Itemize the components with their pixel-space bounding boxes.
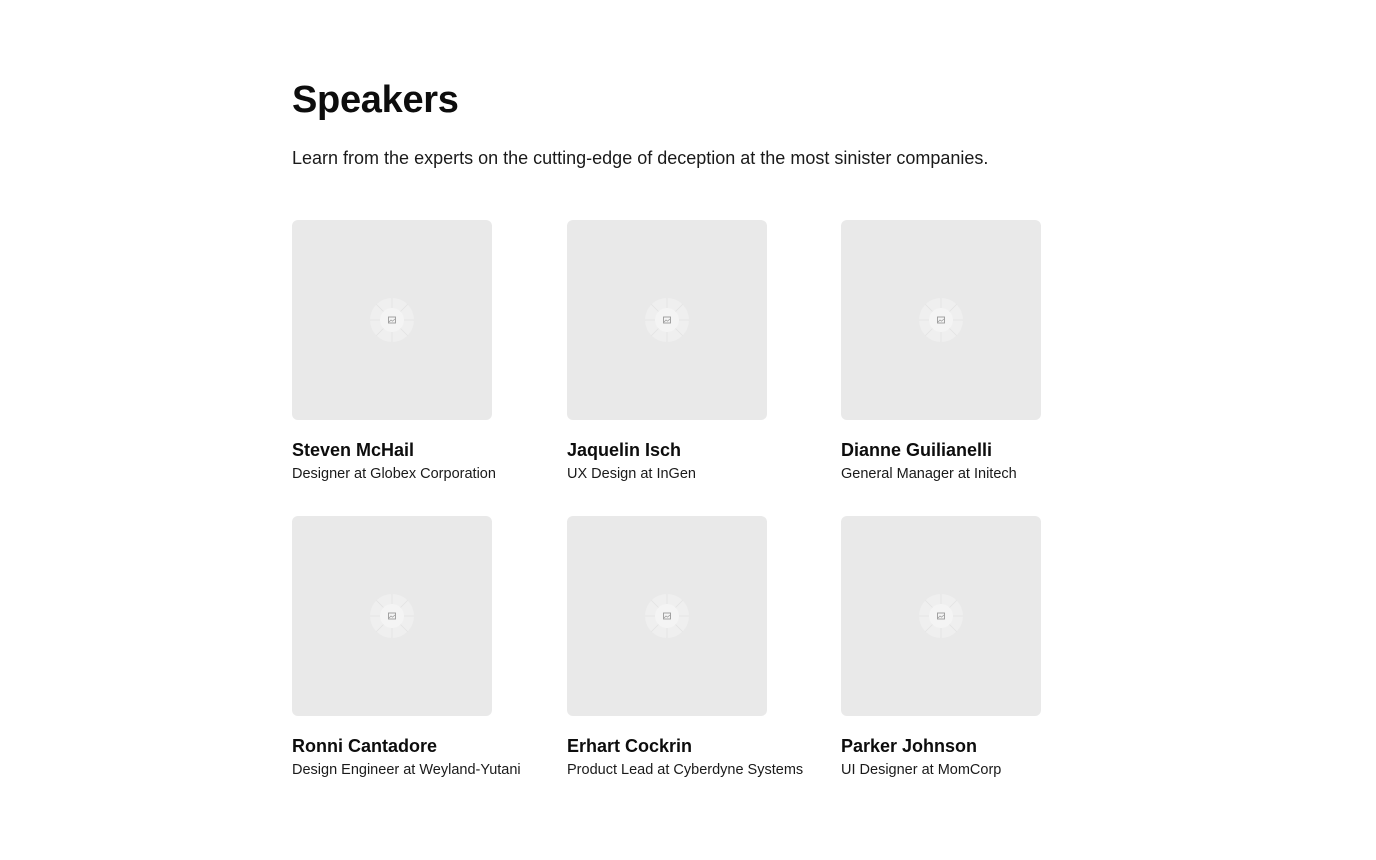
- speaker-photo: [567, 516, 767, 716]
- image-placeholder-icon: [919, 298, 963, 342]
- speaker-name: Jaquelin Isch: [567, 440, 682, 460]
- speaker-photo: [567, 220, 767, 420]
- speaker-name: Ronni Cantadore: [292, 736, 438, 756]
- image-placeholder-icon: [645, 594, 689, 638]
- image-placeholder-icon: [645, 298, 689, 342]
- speaker-photo: [292, 516, 492, 716]
- image-placeholder-icon: [919, 594, 963, 638]
- speaker-name: Parker Johnson: [841, 736, 978, 756]
- speaker-role: UI Designer at MomCorp: [841, 762, 1002, 778]
- speaker-role: Designer at Globex Corporation: [292, 466, 496, 482]
- speaker-card: Erhart Cockrin Product Lead at Cyberdyne…: [567, 516, 807, 786]
- image-placeholder-icon: [370, 298, 414, 342]
- speaker-card: Jaquelin Isch UX Design at InGen: [567, 220, 807, 490]
- speaker-name: Dianne Guilianelli: [841, 440, 993, 460]
- speaker-role: Design Engineer at Weyland-Yutani: [292, 762, 521, 778]
- speaker-role: UX Design at InGen: [567, 466, 696, 482]
- speaker-photo: [841, 220, 1041, 420]
- speaker-photo: [292, 220, 492, 420]
- page-subtitle: Learn from the experts on the cutting-ed…: [292, 148, 989, 168]
- speaker-name: Steven McHail: [292, 440, 415, 460]
- speaker-card: Steven McHail Designer at Globex Corpora…: [292, 220, 532, 490]
- page-title: Speakers: [292, 79, 459, 121]
- speaker-card: Ronni Cantadore Design Engineer at Weyla…: [292, 516, 532, 786]
- speaker-role: Product Lead at Cyberdyne Systems: [567, 762, 804, 778]
- speaker-card: Parker Johnson UI Designer at MomCorp: [841, 516, 1081, 786]
- speaker-name: Erhart Cockrin: [567, 736, 693, 756]
- speaker-card: Dianne Guilianelli General Manager at In…: [841, 220, 1081, 490]
- speaker-role: General Manager at Initech: [841, 466, 1017, 482]
- image-placeholder-icon: [370, 594, 414, 638]
- speaker-photo: [841, 516, 1041, 716]
